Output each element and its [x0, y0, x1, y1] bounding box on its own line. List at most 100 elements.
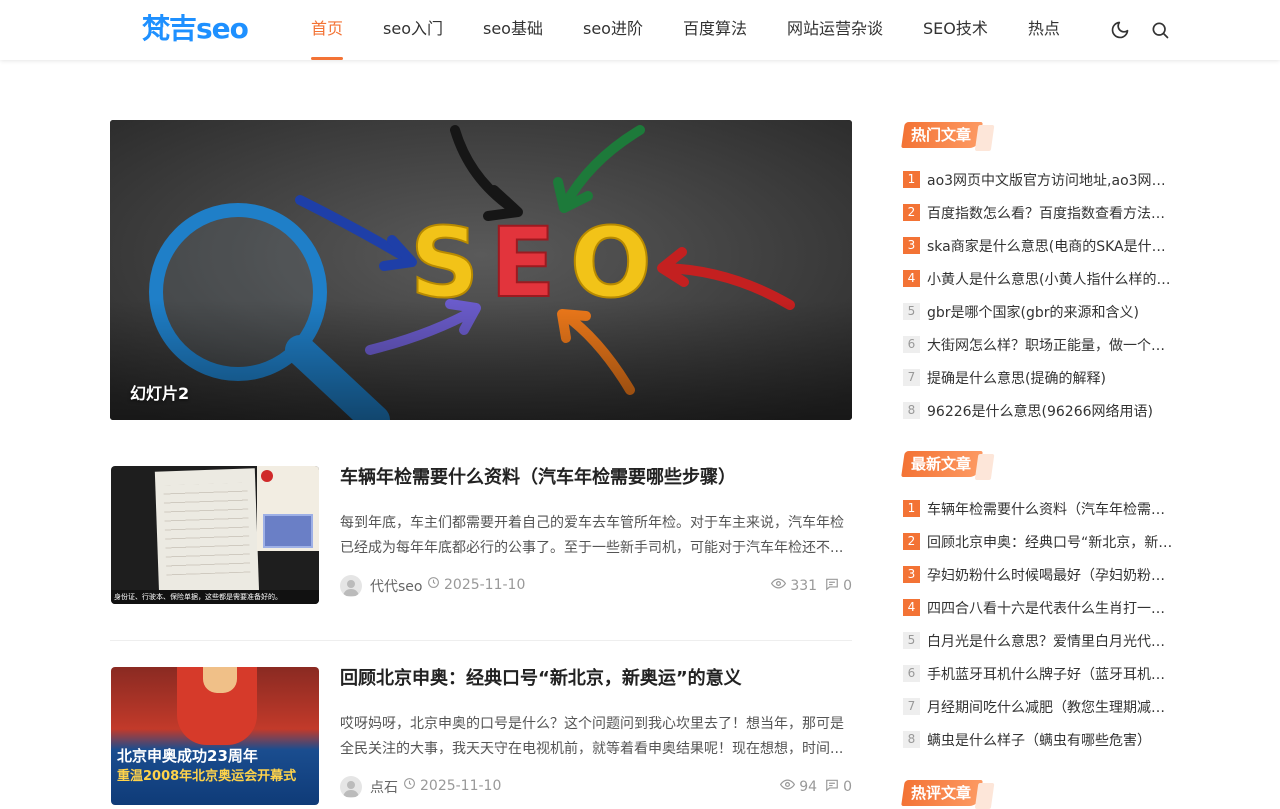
site-logo[interactable]: 梵吉seo — [142, 12, 249, 46]
list-item[interactable]: 7 月经期间吃什么减肥（教您生理期减肥方法） — [903, 690, 1173, 723]
post-title[interactable]: 车辆年检需要什么资料（汽车年检需要哪些步骤） — [340, 466, 736, 490]
post-card: 北京申奥成功23周年 重温2008年北京奥运会开幕式 回顾北京申奥：经典口号“新… — [110, 667, 852, 807]
list-item-title: 大街网怎么样？职场正能量，做一个有用的人 — [927, 337, 1173, 354]
post-card: 身份证、行驶本、保险单据，这些都是需要准备好的。 车辆年检需要什么资料（汽车年检… — [110, 466, 852, 606]
list-item[interactable]: 3 孕妇奶粉什么时候喝最好（孕妇奶粉的正确喝法） — [903, 558, 1173, 591]
license-image — [257, 466, 319, 551]
list-item-title: gbr是哪个国家(gbr的来源和含义) — [927, 304, 1139, 321]
thumb-caption-line1: 北京申奥成功23周年 — [117, 747, 258, 765]
list-item[interactable]: 5 白月光是什么意思？爱情里白月光代表什么 — [903, 624, 1173, 657]
list-item-title: 手机蓝牙耳机什么牌子好（蓝牙耳机推荐） — [927, 666, 1173, 683]
view-count: 331 — [790, 577, 818, 594]
nav-item-seo-basics[interactable]: seo基础 — [463, 0, 563, 60]
post-stats: 331 0 — [771, 576, 852, 595]
list-item[interactable]: 3 ska商家是什么意思(电商的SKA是什么意思) — [903, 229, 1173, 262]
thumb-caption: 身份证、行驶本、保险单据，这些都是需要准备好的。 — [111, 590, 319, 604]
list-item-title: 提确是什么意思(提确的解释) — [927, 370, 1106, 387]
list-item[interactable]: 7 提确是什么意思(提确的解释) — [903, 361, 1173, 394]
list-item[interactable]: 1 车辆年检需要什么资料（汽车年检需要哪些步骤） — [903, 492, 1173, 525]
search-icon[interactable] — [1149, 19, 1171, 41]
document-image — [154, 468, 260, 598]
nav-item-seo-advanced[interactable]: seo进阶 — [563, 0, 663, 60]
main-nav: 首页 seo入门 seo基础 seo进阶 百度算法 网站运营杂谈 SEO技术 热… — [291, 0, 1080, 60]
rank-badge: 1 — [903, 500, 920, 517]
author-name[interactable]: 点石 — [370, 777, 398, 797]
list-item[interactable]: 2 百度指数怎么看？百度指数查看方法详解 — [903, 196, 1173, 229]
rank-badge: 7 — [903, 369, 920, 386]
nav-item-home[interactable]: 首页 — [291, 0, 363, 60]
list-item[interactable]: 8 螨虫是什么样子（螨虫有哪些危害） — [903, 723, 1173, 756]
post-date: 2025-11-10 — [403, 777, 501, 794]
nav-item-hot[interactable]: 热点 — [1008, 0, 1080, 60]
list-item[interactable]: 2 回顾北京申奥：经典口号“新北京，新奥运”的意义 — [903, 525, 1173, 558]
list-item-title: 四四合八看十六是代表什么生肖打一生肖 — [927, 600, 1173, 617]
rank-badge: 3 — [903, 237, 920, 254]
list-item-title: 百度指数怎么看？百度指数查看方法详解 — [927, 205, 1173, 222]
site-header: 梵吉seo 首页 seo入门 seo基础 seo进阶 百度算法 网站运营杂谈 S… — [0, 0, 1280, 60]
latest-articles-title: 最新文章 — [901, 451, 983, 477]
slide-caption: 幻灯片2 — [130, 384, 190, 403]
list-item-title: 孕妇奶粉什么时候喝最好（孕妇奶粉的正确喝法） — [927, 567, 1173, 584]
post-stats: 94 0 — [780, 777, 852, 796]
rank-badge: 4 — [903, 270, 920, 287]
hot-articles-list: 1 ao3网页中文版官方访问地址,ao3网页版入口链接 2 百度指数怎么看？百度指数… — [903, 163, 1173, 427]
list-item[interactable]: 6 大街网怎么样？职场正能量，做一个有用的人 — [903, 328, 1173, 361]
list-item-title: 月经期间吃什么减肥（教您生理期减肥方法） — [927, 699, 1173, 716]
list-item-title: 回顾北京申奥：经典口号“新北京，新奥运”的意义 — [927, 534, 1173, 551]
rank-badge: 6 — [903, 336, 920, 353]
avatar[interactable] — [340, 575, 362, 597]
post-excerpt: 哎呀妈呀，北京申奥的口号是什么？这个问题问到我心坎里去了！想当年，那可是全民关注… — [340, 716, 844, 757]
post-thumbnail[interactable]: 北京申奥成功23周年 重温2008年北京奥运会开幕式 — [111, 667, 319, 805]
comment-icon — [825, 778, 839, 796]
avatar[interactable] — [340, 776, 362, 798]
list-item-title: ska商家是什么意思(电商的SKA是什么意思) — [927, 238, 1173, 255]
nav-item-baidu-algorithm[interactable]: 百度算法 — [663, 0, 767, 60]
list-item[interactable]: 8 96226是什么意思(96266网络用语) — [903, 394, 1173, 427]
post-meta: 代代seo 2025-11-10 331 0 — [340, 574, 852, 598]
list-item[interactable]: 4 四四合八看十六是代表什么生肖打一生肖 — [903, 591, 1173, 624]
hero-slider[interactable]: S E O 幻灯片2 — [110, 120, 852, 420]
post-excerpt: 每到年底，车主们都需要开着自己的爱车去车管所年检。对于车主来说，汽车年检已经成为… — [340, 515, 844, 556]
rank-badge: 1 — [903, 171, 920, 188]
rank-badge: 3 — [903, 566, 920, 583]
thumb-caption-line2: 重温2008年北京奥运会开幕式 — [117, 769, 297, 784]
list-item-title: 白月光是什么意思？爱情里白月光代表什么 — [927, 633, 1173, 650]
slide-image: S E O — [110, 120, 852, 420]
nav-item-seo-intro[interactable]: seo入门 — [363, 0, 463, 60]
comment-count[interactable]: 0 — [843, 779, 852, 795]
rank-badge: 5 — [903, 303, 920, 320]
list-item[interactable]: 5 gbr是哪个国家(gbr的来源和含义) — [903, 295, 1173, 328]
list-item-title: 螨虫是什么样子（螨虫有哪些危害） — [927, 732, 1151, 749]
hot-comments-title: 热评文章 — [901, 780, 983, 806]
eye-icon — [771, 576, 787, 595]
list-item[interactable]: 6 手机蓝牙耳机什么牌子好（蓝牙耳机推荐） — [903, 657, 1173, 690]
post-divider — [110, 640, 852, 641]
date-text: 2025-11-10 — [420, 777, 502, 794]
list-item[interactable]: 4 小黄人是什么意思(小黄人指什么样的人) — [903, 262, 1173, 295]
list-item-title: 96226是什么意思(96266网络用语) — [927, 403, 1153, 420]
rank-badge: 8 — [903, 402, 920, 419]
comment-count[interactable]: 0 — [843, 578, 852, 594]
list-item-title: ao3网页中文版官方访问地址,ao3网页版入口链接 — [927, 172, 1173, 189]
clock-icon — [427, 576, 440, 593]
rank-badge: 8 — [903, 731, 920, 748]
list-item-title: 车辆年检需要什么资料（汽车年检需要哪些步骤） — [927, 501, 1173, 518]
nav-item-seo-tech[interactable]: SEO技术 — [903, 0, 1008, 60]
author-name[interactable]: 代代seo — [370, 576, 422, 596]
post-title[interactable]: 回顾北京申奥：经典口号“新北京，新奥运”的意义 — [340, 667, 742, 691]
comment-icon — [825, 577, 839, 595]
list-item-title: 小黄人是什么意思(小黄人指什么样的人) — [927, 271, 1173, 288]
rank-badge: 5 — [903, 632, 920, 649]
rank-badge: 2 — [903, 204, 920, 221]
hot-articles-title: 热门文章 — [901, 122, 983, 148]
rank-badge: 7 — [903, 698, 920, 715]
latest-articles-list: 1 车辆年检需要什么资料（汽车年检需要哪些步骤） 2 回顾北京申奥：经典口号“新北京… — [903, 492, 1173, 756]
rank-badge: 6 — [903, 665, 920, 682]
nav-item-site-operations[interactable]: 网站运营杂谈 — [767, 0, 903, 60]
list-item[interactable]: 1 ao3网页中文版官方访问地址,ao3网页版入口链接 — [903, 163, 1173, 196]
post-thumbnail[interactable]: 身份证、行驶本、保险单据，这些都是需要准备好的。 — [111, 466, 319, 604]
moon-icon[interactable] — [1109, 19, 1131, 41]
clock-icon — [403, 777, 416, 794]
rank-badge: 2 — [903, 533, 920, 550]
eye-icon — [780, 777, 796, 796]
